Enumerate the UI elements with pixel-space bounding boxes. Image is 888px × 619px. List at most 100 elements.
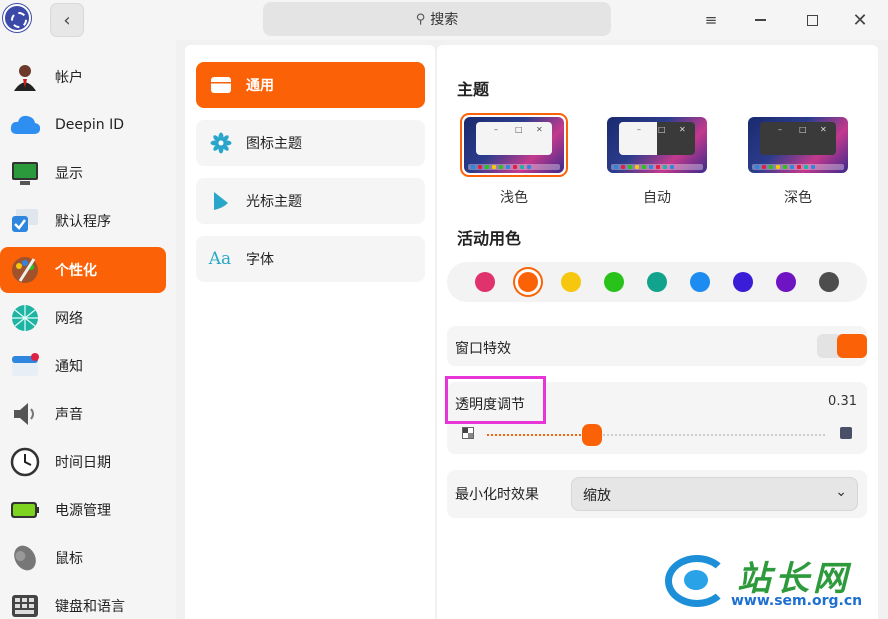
- sidebar-item-label: 时间日期: [55, 455, 111, 471]
- theme-option-dark[interactable]: – □ ✕ 深色: [744, 113, 854, 213]
- submenu-item-label: 通用: [246, 78, 274, 94]
- transparency-low-icon: [462, 427, 474, 439]
- sidebar-item-deepin-id[interactable]: Deepin ID: [0, 102, 166, 148]
- preview-window: – □ ✕: [476, 122, 552, 155]
- preview-close-icon: ✕: [536, 125, 543, 134]
- maximize-icon: [806, 14, 818, 26]
- sidebar-item-keyboard[interactable]: 键盘和语言: [0, 583, 166, 619]
- submenu-item-label: 字体: [246, 252, 274, 268]
- flower-icon: [210, 132, 232, 154]
- window-effects-row: 窗口特效: [447, 326, 867, 366]
- search-placeholder: 搜索: [430, 12, 459, 28]
- notification-icon: [12, 353, 39, 376]
- search-input[interactable]: ⚲ 搜索: [263, 2, 611, 36]
- sidebar-item-display[interactable]: 显示: [0, 150, 166, 196]
- window-icon: [211, 77, 231, 93]
- watermark: 站长网 www.sem.org.cn: [655, 545, 885, 615]
- minimize-effect-label: 最小化时效果: [455, 487, 539, 503]
- accent-swatch[interactable]: [647, 272, 667, 292]
- theme-option-auto[interactable]: – □ ✕ 自动: [603, 113, 713, 213]
- theme-option-light[interactable]: – □ ✕ 浅色: [460, 113, 570, 213]
- accent-swatch[interactable]: [518, 272, 538, 292]
- preview-dock: [468, 164, 560, 170]
- user-avatar-icon: [14, 65, 36, 91]
- submenu-item-general[interactable]: 通用: [196, 62, 425, 108]
- personalization-submenu: 通用 图标主题 光标主题 Aa 字体: [185, 45, 435, 619]
- theme-preview-light: – □ ✕: [464, 117, 564, 173]
- sidebar-item-power[interactable]: 电源管理: [0, 487, 166, 533]
- accent-swatch[interactable]: [733, 272, 753, 292]
- accent-color-picker: [447, 262, 867, 302]
- sidebar-item-label: 鼠标: [55, 551, 83, 567]
- preview-window: – □ ✕: [760, 122, 836, 155]
- monitor-icon: [12, 162, 38, 185]
- sidebar-item-label: 默认程序: [55, 214, 111, 230]
- opacity-value: 0.31: [828, 394, 857, 409]
- theme-option-label: 自动: [643, 190, 671, 206]
- sidebar-item-label: 个性化: [55, 263, 97, 279]
- battery-icon: [11, 502, 39, 518]
- palette-icon: [12, 257, 38, 283]
- window-effects-toggle[interactable]: [817, 334, 867, 358]
- select-value: 缩放: [583, 488, 611, 504]
- theme-option-label: 深色: [784, 190, 812, 206]
- back-button[interactable]: ‹: [50, 3, 84, 37]
- minimize-effect-row: 最小化时效果 缩放 ⌄: [447, 470, 867, 518]
- preview-minimize-icon: –: [637, 125, 641, 134]
- close-button[interactable]: ✕: [846, 6, 874, 34]
- sidebar-item-label: 声音: [55, 407, 83, 423]
- preview-maximize-icon: □: [515, 125, 523, 134]
- preview-window: – □ ✕: [619, 122, 695, 155]
- preview-dock: [611, 164, 703, 170]
- submenu-item-icon-theme[interactable]: 图标主题: [196, 120, 425, 166]
- preview-minimize-icon: –: [494, 125, 498, 134]
- search-icon: ⚲: [415, 11, 426, 27]
- maximize-button[interactable]: [798, 6, 826, 34]
- clock-icon: [10, 447, 40, 477]
- sidebar-item-label: 通知: [55, 359, 83, 375]
- theme-section-title: 主题: [457, 80, 490, 99]
- network-globe-icon: [12, 305, 38, 331]
- submenu-item-cursor-theme[interactable]: 光标主题: [196, 178, 425, 224]
- transparency-high-icon: [840, 427, 852, 439]
- accent-swatch[interactable]: [475, 272, 495, 292]
- theme-preview-dark: – □ ✕: [748, 117, 848, 173]
- sidebar-item-mouse[interactable]: 鼠标: [0, 535, 166, 581]
- minimize-button[interactable]: [746, 6, 774, 34]
- app-logo-icon: [3, 4, 31, 32]
- keyboard-icon: [12, 595, 38, 617]
- sidebar-item-label: 帐户: [55, 70, 83, 86]
- accent-swatch[interactable]: [819, 272, 839, 292]
- sidebar-item-default-apps[interactable]: 默认程序: [0, 198, 166, 244]
- preview-maximize-icon: □: [658, 125, 666, 134]
- preview-maximize-icon: □: [799, 125, 807, 134]
- speaker-icon: [14, 403, 34, 425]
- toggle-knob: [837, 334, 867, 358]
- slider-handle[interactable]: [582, 424, 603, 446]
- cursor-icon: [214, 192, 228, 210]
- menu-button[interactable]: ≡: [697, 6, 725, 34]
- theme-preview-auto: – □ ✕: [607, 117, 707, 173]
- theme-option-label: 浅色: [500, 190, 528, 206]
- sidebar-item-network[interactable]: 网络: [0, 295, 166, 341]
- general-settings-panel: 主题 – □ ✕ 浅色 – □ ✕ 自动 – □ ✕ 深色 活动用色 窗口特效 …: [437, 45, 878, 619]
- sidebar: 帐户 Deepin ID 显示 默认程序 个性化 网络 通知 声音 时间日期 电…: [0, 40, 176, 619]
- sidebar-item-sound[interactable]: 声音: [0, 391, 166, 437]
- preview-close-icon: ✕: [820, 125, 827, 134]
- sidebar-item-label: 显示: [55, 166, 83, 182]
- font-icon: Aa: [208, 249, 232, 269]
- accent-swatch[interactable]: [776, 272, 796, 292]
- preview-dock: [752, 164, 844, 170]
- submenu-item-font[interactable]: Aa 字体: [196, 236, 425, 282]
- accent-swatch[interactable]: [690, 272, 710, 292]
- sidebar-item-datetime[interactable]: 时间日期: [0, 439, 166, 485]
- watermark-logo-icon: [665, 555, 729, 607]
- accent-swatch[interactable]: [561, 272, 581, 292]
- minimize-effect-select[interactable]: 缩放 ⌄: [571, 477, 858, 511]
- sidebar-item-notifications[interactable]: 通知: [0, 343, 166, 389]
- mouse-icon: [14, 545, 36, 571]
- accent-swatch[interactable]: [604, 272, 624, 292]
- sidebar-item-personalization[interactable]: 个性化: [0, 247, 166, 293]
- opacity-slider[interactable]: [487, 424, 827, 446]
- sidebar-item-account[interactable]: 帐户: [0, 54, 166, 100]
